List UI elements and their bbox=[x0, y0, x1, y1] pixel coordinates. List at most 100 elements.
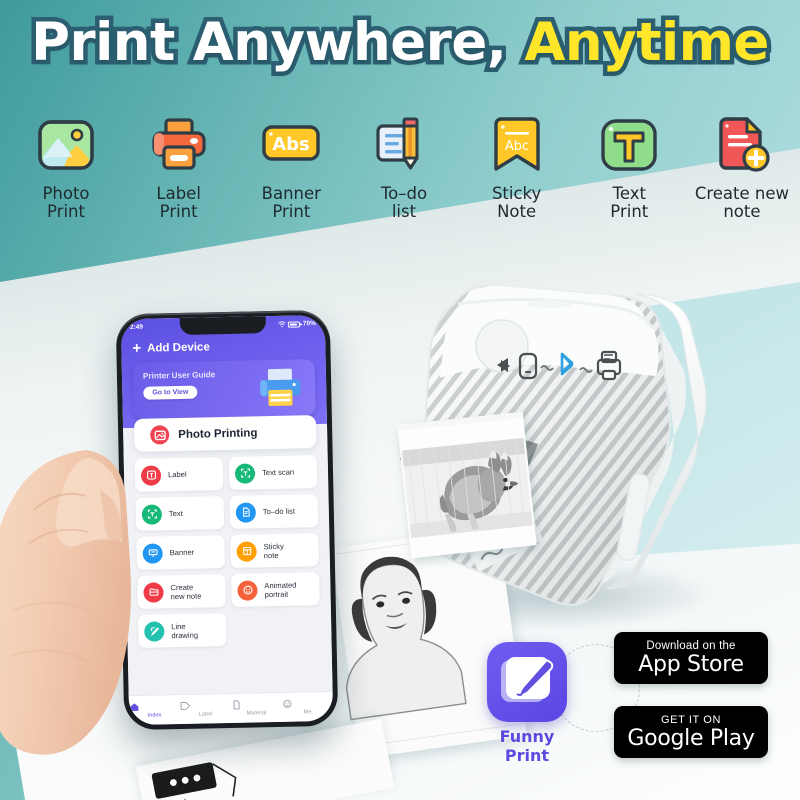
tab-me[interactable]: Me bbox=[282, 698, 333, 716]
feature-label: Sticky Note bbox=[491, 184, 542, 221]
feature-todo-list[interactable]: To–do list bbox=[352, 116, 456, 221]
feature-label: Label Print bbox=[156, 184, 201, 221]
tile-label-text: Create bbox=[170, 582, 194, 592]
status-indicators: 70% bbox=[278, 320, 316, 328]
text-frame-icon bbox=[141, 503, 163, 525]
add-device-label: Add Device bbox=[147, 340, 210, 355]
feature-label: Photo Print bbox=[42, 184, 90, 221]
animated-portrait-icon bbox=[237, 579, 258, 601]
feature-label: Create new note bbox=[694, 184, 790, 221]
tile-label-text: Line bbox=[171, 621, 186, 631]
app-store-badge[interactable]: Download on the App Store bbox=[614, 632, 768, 684]
phone-notch bbox=[179, 316, 267, 335]
google-play-big-text: Google Play bbox=[627, 725, 755, 751]
line-drawing-icon bbox=[144, 620, 165, 642]
feature-banner-print[interactable]: Abs Banner Print bbox=[239, 116, 343, 221]
tile-label-text-2: drawing bbox=[171, 630, 199, 640]
banner-glyph: Abs bbox=[273, 134, 311, 155]
tile-text-scan[interactable]: Text scan bbox=[228, 455, 318, 490]
photo-printing-label: Photo Printing bbox=[178, 426, 258, 441]
todo-doc-icon bbox=[235, 501, 257, 523]
headline-part-white: Print Anywhere, bbox=[27, 8, 525, 78]
battery-icon bbox=[288, 320, 301, 328]
tile-animated-portrait[interactable]: Animated portrait bbox=[231, 572, 320, 607]
banner-sign-icon bbox=[142, 542, 163, 564]
wifi-icon bbox=[278, 321, 286, 328]
feature-sticky-note[interactable]: Abc Sticky Note bbox=[465, 116, 569, 221]
bookmark-abc-icon: Abc bbox=[487, 116, 547, 176]
photo-image-icon bbox=[36, 116, 96, 176]
feature-label: Text Print bbox=[610, 184, 649, 221]
tag-icon bbox=[180, 700, 231, 711]
tile-label-text: Text bbox=[168, 508, 183, 519]
sticky-note-icon bbox=[236, 540, 257, 562]
tile-label-text-2: portrait bbox=[264, 589, 289, 599]
tab-label: Index bbox=[147, 712, 162, 719]
feature-label: To–do list bbox=[380, 184, 428, 221]
feature-create-new-note[interactable]: Create new note bbox=[690, 116, 794, 221]
battery-percent: 70% bbox=[302, 320, 316, 328]
tile-label-text: To–do list bbox=[262, 506, 296, 517]
note-pencil-icon bbox=[374, 116, 434, 176]
home-icon bbox=[129, 701, 180, 712]
feature-text-print[interactable]: Text Print bbox=[577, 116, 681, 221]
new-note-icon bbox=[143, 581, 164, 603]
printer-user-guide-card[interactable]: Printer User Guide Go to View bbox=[132, 359, 316, 419]
printer-illustration bbox=[257, 367, 304, 408]
document-plus-icon bbox=[712, 116, 772, 176]
google-play-badge[interactable]: GET IT ON Google Play bbox=[614, 706, 768, 758]
app-store-small-text: Download on the bbox=[646, 639, 736, 652]
app-body: Photo Printing Label Text scan Text To–d… bbox=[123, 415, 333, 696]
photo-printing-button[interactable]: Photo Printing bbox=[133, 415, 317, 452]
google-play-small-text: GET IT ON bbox=[660, 713, 721, 726]
banner-abs-icon: Abs bbox=[261, 116, 321, 176]
phone-screen: 2:49 70% + Add Device Printer User Guide bbox=[120, 314, 334, 726]
tile-banner[interactable]: Banner bbox=[136, 535, 226, 570]
tile-sticky-note[interactable]: Sticky note bbox=[230, 533, 319, 568]
feature-label: Banner Print bbox=[261, 184, 321, 221]
feature-tile-grid: Label Text scan Text To–do list Banner S… bbox=[134, 455, 321, 648]
status-time: 2:49 bbox=[129, 323, 144, 331]
poster-stage: Print Anywhere, Anytime Photo Print Labe… bbox=[0, 0, 800, 800]
tile-create-new-note[interactable]: Create new note bbox=[137, 574, 226, 609]
go-to-view-button[interactable]: Go to View bbox=[143, 385, 198, 400]
bottom-tab-bar: Index Label Material Me bbox=[128, 690, 334, 726]
text-t-icon bbox=[599, 116, 659, 176]
tile-label-text-2: new note bbox=[170, 591, 202, 601]
add-device-button[interactable]: + Add Device bbox=[121, 332, 325, 358]
tile-label[interactable]: Label bbox=[134, 457, 224, 492]
photo-print-round-icon bbox=[150, 425, 170, 445]
printer-icon bbox=[149, 116, 209, 176]
printed-dog-photo bbox=[397, 411, 537, 559]
tile-label-text-2: note bbox=[263, 550, 279, 560]
text-scan-icon bbox=[234, 462, 256, 484]
tab-index[interactable]: Index bbox=[129, 701, 180, 719]
headline-part-yellow: Anytime bbox=[520, 8, 774, 78]
tile-label-text: Sticky bbox=[263, 541, 284, 551]
funny-print-app-shortcut[interactable]: Funny Print bbox=[487, 642, 567, 765]
tile-label-text: Label bbox=[167, 469, 187, 480]
tile-text[interactable]: Text bbox=[135, 496, 225, 531]
tab-label-section[interactable]: Label bbox=[180, 700, 231, 718]
label-tag-icon bbox=[140, 464, 162, 486]
tile-line-drawing[interactable]: Line drawing bbox=[137, 613, 227, 648]
feature-label-print[interactable]: Label Print bbox=[127, 116, 231, 221]
feature-icon-row: Photo Print Label Print Abs Banner Print… bbox=[14, 116, 794, 221]
tab-label: Material bbox=[246, 710, 267, 717]
person-icon bbox=[282, 698, 333, 709]
tab-material[interactable]: Material bbox=[231, 699, 282, 717]
page-title: Print Anywhere, Anytime bbox=[0, 8, 800, 78]
tile-label-text: Banner bbox=[169, 547, 195, 558]
document-icon bbox=[231, 699, 282, 710]
smartphone-device: 2:49 70% + Add Device Printer User Guide bbox=[115, 309, 339, 731]
plus-icon: + bbox=[132, 339, 142, 357]
funny-print-label: Funny Print bbox=[499, 727, 555, 765]
funny-print-app-icon bbox=[487, 642, 567, 722]
tab-label: Me bbox=[303, 709, 312, 716]
tile-todo-list[interactable]: To–do list bbox=[229, 494, 319, 529]
sticky-glyph: Abc bbox=[504, 139, 528, 154]
feature-photo-print[interactable]: Photo Print bbox=[14, 116, 118, 221]
tile-label-text: Text scan bbox=[261, 467, 295, 478]
tile-label-text: Animated bbox=[264, 580, 297, 590]
app-store-big-text: App Store bbox=[638, 651, 744, 677]
